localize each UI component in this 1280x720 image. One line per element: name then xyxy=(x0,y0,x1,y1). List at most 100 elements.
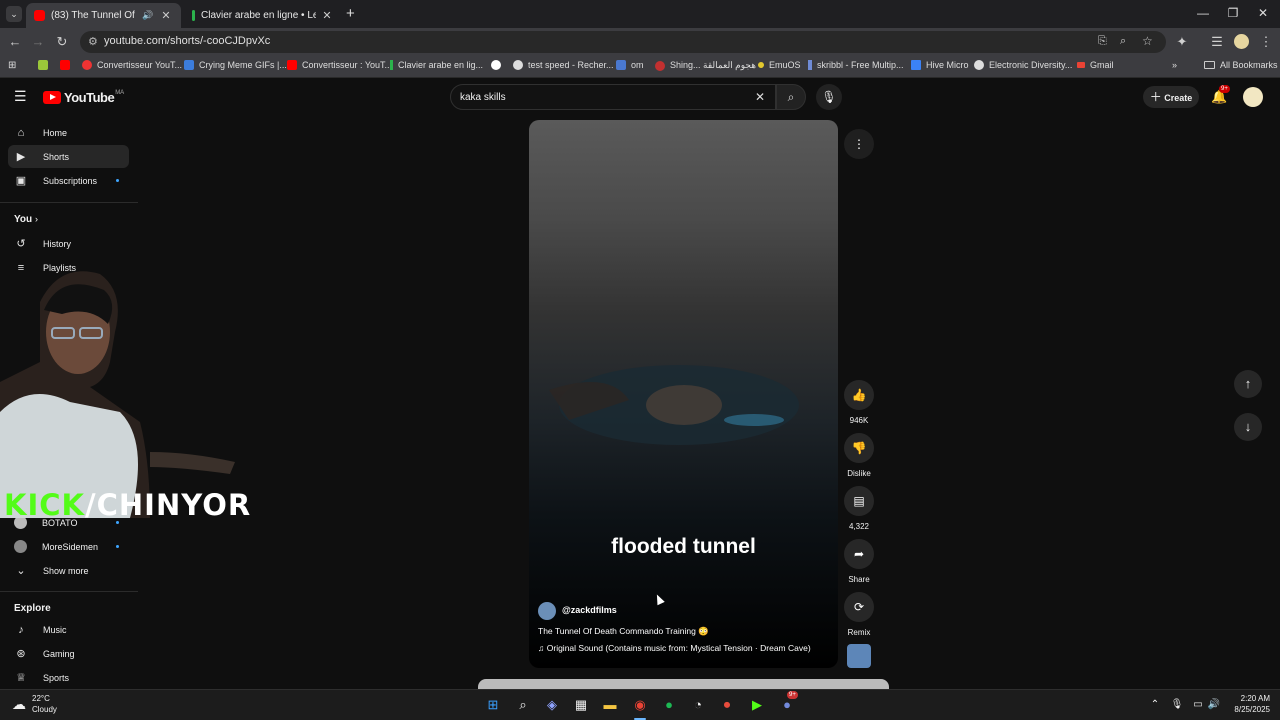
sidebar-item-gaming[interactable]: ⊛ Gaming xyxy=(8,642,129,665)
bookmark-item[interactable]: skribbl - Free Multip... xyxy=(808,60,904,70)
chrome-icon[interactable]: ◉ xyxy=(631,696,649,714)
discord-icon[interactable]: ● 9+ xyxy=(778,691,798,714)
tab-search-button[interactable]: ⌄ xyxy=(6,6,22,22)
back-icon[interactable]: ← xyxy=(7,34,23,49)
forward-icon[interactable]: → xyxy=(30,34,46,49)
browser-menu-icon[interactable]: ⋮ xyxy=(1258,34,1274,50)
youtube-logo[interactable]: YouTube MA xyxy=(43,90,124,105)
channel-avatar[interactable] xyxy=(538,602,556,620)
clock[interactable]: 2:20 AM 8/25/2025 xyxy=(1226,693,1270,715)
show-more-button[interactable]: ⌄ Show more xyxy=(8,559,129,582)
comments-button[interactable]: ▤ 4,322 xyxy=(844,486,874,531)
terminal-icon[interactable]: ▶ xyxy=(748,696,766,714)
bookmark-icon-z[interactable] xyxy=(38,60,53,70)
weather-widget[interactable]: ☁ 22°C Cloudy xyxy=(12,693,57,715)
search-input[interactable]: kaka skills ✕ xyxy=(450,84,776,110)
audio-icon[interactable]: 🔊 xyxy=(141,10,155,21)
more-options-button[interactable]: ⋮ xyxy=(844,129,874,159)
arrow-up-icon: ↑ xyxy=(1244,376,1252,391)
bookmark-item[interactable]: Hive Micro xyxy=(911,60,969,70)
microphone-tray-icon[interactable]: 🎙 xyxy=(1168,696,1186,714)
zoom-icon[interactable]: ⌕ xyxy=(1120,35,1126,48)
tab-menu-icon[interactable]: ☰ xyxy=(1209,34,1225,50)
bookmark-item[interactable]: test speed - Recher... xyxy=(513,60,614,70)
notifications-button[interactable]: 🔔 9+ xyxy=(1211,85,1230,105)
address-bar[interactable]: ⚙ youtube.com/shorts/-cooCJDpvXc ⎘ ⌕ ☆ xyxy=(80,31,1166,53)
sound-thumbnail[interactable] xyxy=(844,644,874,668)
bookmark-item[interactable]: Crying Meme GIFs |... xyxy=(184,60,287,70)
channel-handle[interactable]: @zackdfilms xyxy=(562,605,617,615)
close-tab-icon[interactable]: ✕ xyxy=(320,9,334,22)
bookmark-icon-yt[interactable] xyxy=(60,60,75,70)
date: 8/25/2025 xyxy=(1234,705,1270,714)
guide-menu-icon[interactable]: ☰ xyxy=(14,88,27,105)
dislike-button[interactable]: 👎 Dislike xyxy=(844,433,874,478)
clear-search-icon[interactable]: ✕ xyxy=(755,90,765,104)
video-sound[interactable]: ♫ Original Sound (Contains music from: M… xyxy=(538,643,811,653)
minimize-icon[interactable]: — xyxy=(1193,6,1213,20)
sidebar-item-shorts[interactable]: ▶ Shorts xyxy=(8,145,129,168)
remix-button[interactable]: ⟳ Remix xyxy=(844,592,874,637)
close-tab-icon[interactable]: ✕ xyxy=(159,9,173,22)
bookmark-star-icon[interactable]: ☆ xyxy=(1142,34,1153,48)
search-button[interactable]: ⌕ xyxy=(776,84,806,110)
tab-youtube[interactable]: (83) The Tunnel Of Death C 🔊 ✕ xyxy=(26,3,181,28)
bookmark-item[interactable]: Shing... هجوم العمالقة xyxy=(655,60,756,71)
create-button[interactable]: ＋ Create xyxy=(1143,86,1199,108)
remix-label: Remix xyxy=(847,628,871,637)
like-button[interactable]: 👍 946K xyxy=(844,380,874,425)
tab-clavier[interactable]: Clavier arabe en ligne • Lexilog ✕ xyxy=(184,3,342,28)
sidebar-item-moresidemen[interactable]: MoreSidemen xyxy=(8,535,129,558)
voice-search-button[interactable]: 🎙 xyxy=(816,84,842,110)
sidebar-item-subscriptions[interactable]: ▣ Subscriptions xyxy=(8,169,129,192)
all-bookmarks-folder[interactable]: All Bookmarks xyxy=(1204,60,1278,70)
apps-icon[interactable]: ⊞ xyxy=(8,60,16,71)
previous-short-button[interactable]: ↑ xyxy=(1234,370,1262,398)
you-section-header[interactable]: You › xyxy=(14,214,38,225)
sidebar-item-sports[interactable]: ♕ Sports xyxy=(8,666,129,689)
search-icon[interactable]: ⌕ xyxy=(514,696,532,714)
bookmark-item[interactable]: Electronic Diversity... xyxy=(974,60,1072,70)
remix-icon: ⟳ xyxy=(844,592,874,622)
new-tab-button[interactable]: + xyxy=(346,5,360,22)
volume-icon[interactable]: 🔊 xyxy=(1205,696,1223,714)
sidebar-item-home[interactable]: ⌂ Home xyxy=(8,121,129,144)
video-title[interactable]: The Tunnel Of Death Commando Training 😳 xyxy=(538,626,709,637)
file-explorer-icon[interactable]: ▬ xyxy=(601,696,619,714)
thumbs-up-icon: 👍 xyxy=(844,380,874,410)
recorder-icon[interactable]: ⏺ xyxy=(718,696,736,714)
sidebar-item-history[interactable]: ↺ History xyxy=(8,232,129,255)
bookmark-item[interactable] xyxy=(491,60,514,70)
bookmark-item[interactable]: Gmail xyxy=(1077,60,1114,70)
next-short-button[interactable]: ↓ xyxy=(1234,413,1262,441)
restore-icon[interactable]: ❐ xyxy=(1223,6,1243,20)
extensions-icon[interactable]: ✦ xyxy=(1174,34,1190,50)
copilot-icon[interactable]: ◈ xyxy=(543,696,561,714)
subscriptions-icon: ▣ xyxy=(15,175,27,187)
share-button[interactable]: ➦ Share xyxy=(844,539,874,584)
bookmark-item[interactable]: om xyxy=(616,60,644,70)
store-icon[interactable]: ▦ xyxy=(572,696,590,714)
more-bookmarks-icon[interactable]: » xyxy=(1172,60,1177,70)
shorts-video-player[interactable]: flooded tunnel @zackdfilms The Tunnel Of… xyxy=(529,120,838,668)
profile-avatar[interactable] xyxy=(1234,34,1249,49)
bookmark-item[interactable]: Convertisseur : YouT... xyxy=(287,60,392,70)
bookmark-item[interactable]: Convertisseur YouT... xyxy=(82,60,182,70)
sidebar-item-music[interactable]: ♪ Music xyxy=(8,618,129,641)
account-avatar[interactable] xyxy=(1243,87,1263,107)
install-icon[interactable]: ⎘ xyxy=(1098,35,1107,48)
reload-icon[interactable]: ↻ xyxy=(54,34,70,50)
clock-app-icon[interactable]: ◔ xyxy=(689,696,707,714)
start-icon[interactable]: ⊞ xyxy=(484,696,502,714)
history-icon: ↺ xyxy=(16,238,26,250)
thumbs-down-icon: 👎 xyxy=(844,433,874,463)
discord-badge: 9+ xyxy=(787,691,798,699)
bookmark-item[interactable]: Clavier arabe en lig... xyxy=(390,60,483,70)
next-video-preview xyxy=(478,679,889,689)
url-text: youtube.com/shorts/-cooCJDpvXc xyxy=(104,35,271,47)
close-window-icon[interactable]: ✕ xyxy=(1253,6,1273,20)
tray-chevron-icon[interactable]: ⌃ xyxy=(1146,696,1164,714)
spotify-icon[interactable]: ● xyxy=(660,696,678,714)
site-info-icon[interactable]: ⚙ xyxy=(88,35,98,48)
bookmark-item[interactable]: EmuOS xyxy=(758,60,801,70)
